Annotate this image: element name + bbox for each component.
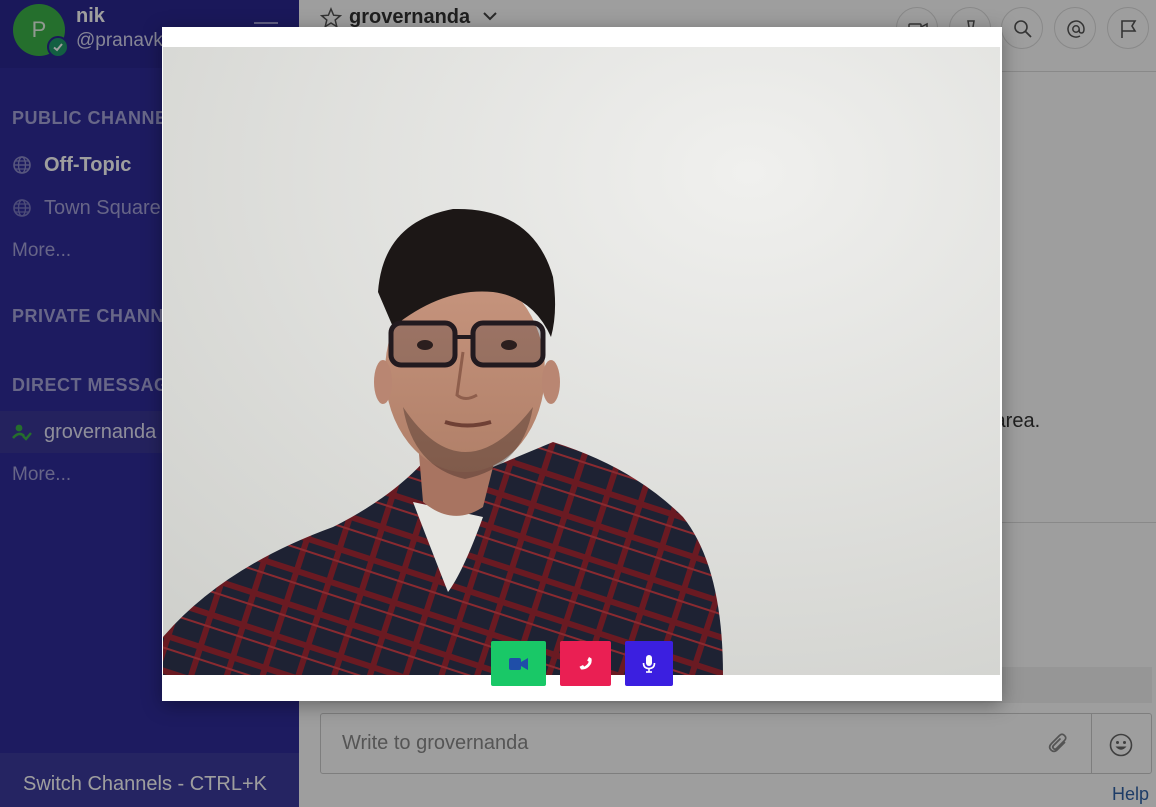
remote-video-feed <box>163 47 1000 675</box>
video-call-modal <box>162 27 1002 701</box>
microphone-icon <box>642 654 656 673</box>
phone-icon <box>579 656 592 669</box>
video-toggle-button[interactable] <box>491 641 546 686</box>
hang-up-button[interactable] <box>560 641 611 686</box>
video-camera-icon <box>508 657 528 670</box>
webcam-person-image <box>163 47 1000 675</box>
mic-toggle-button[interactable] <box>625 641 673 686</box>
